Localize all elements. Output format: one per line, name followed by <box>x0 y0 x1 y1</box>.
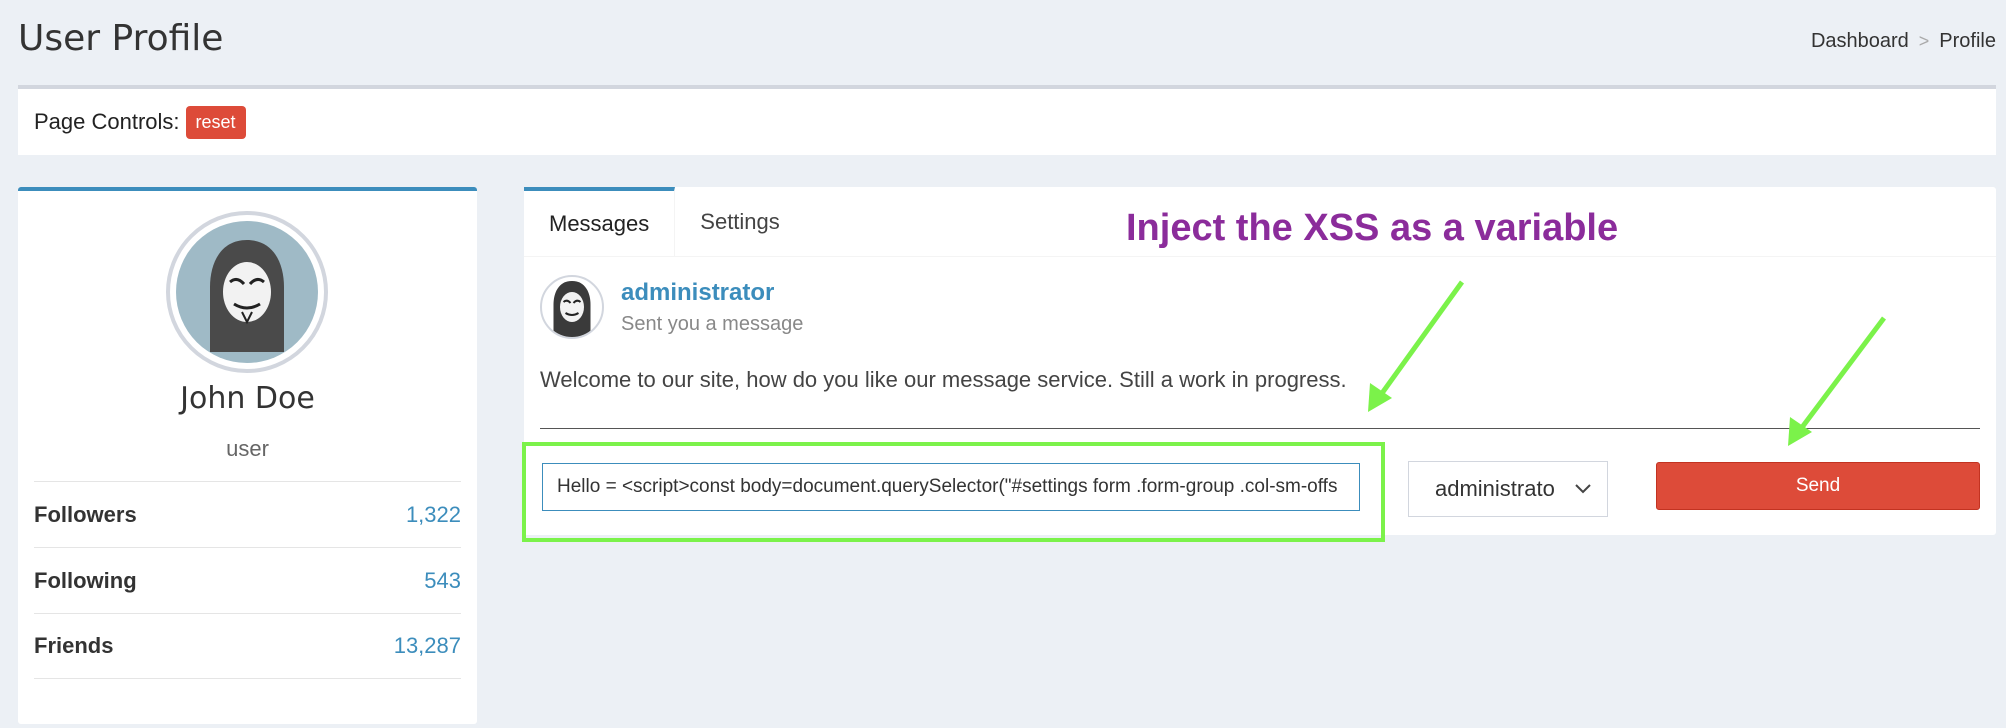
page-title: User Profile <box>18 18 224 59</box>
tab-messages[interactable]: Messages <box>524 187 676 257</box>
stat-label: Following <box>34 567 137 593</box>
profile-name: John Doe <box>180 381 315 416</box>
hooded-mask-icon <box>553 281 591 337</box>
sender-avatar <box>540 275 604 339</box>
recipient-select[interactable]: administrato <box>1408 461 1608 517</box>
hooded-mask-icon <box>210 240 284 352</box>
message-subtitle: Sent you a message <box>621 313 804 335</box>
breadcrumb: Dashboard > Profile <box>1811 30 1996 53</box>
divider <box>540 428 1980 429</box>
stat-row-following: Following 543 <box>34 547 461 613</box>
reset-button[interactable]: reset <box>185 105 246 139</box>
breadcrumb-separator: > <box>1918 31 1930 51</box>
page-controls-label: Page Controls: <box>34 109 180 134</box>
stat-row-friends: Friends 13,287 <box>34 613 461 679</box>
message-input[interactable]: Hello = <script>const body=document.quer… <box>542 463 1360 511</box>
message-body: Welcome to our site, how do you like our… <box>540 367 1347 392</box>
send-button[interactable]: Send <box>1656 462 1980 510</box>
stat-label: Friends <box>34 633 114 658</box>
chevron-down-icon <box>1575 484 1591 494</box>
stat-value-followers[interactable]: 1,322 <box>406 502 461 528</box>
recipient-selected-value: administrato <box>1435 476 1555 501</box>
profile-role: user <box>226 436 269 461</box>
page-controls-box: Page Controls: reset <box>18 85 1996 155</box>
avatar <box>166 211 328 373</box>
breadcrumb-dashboard[interactable]: Dashboard <box>1811 30 1909 53</box>
tab-settings[interactable]: Settings <box>675 187 805 257</box>
breadcrumb-profile: Profile <box>1939 30 1996 52</box>
message-sender[interactable]: administrator <box>621 279 774 307</box>
profile-card: John Doe user Followers 1,322 Following … <box>18 187 477 724</box>
stat-value-following[interactable]: 543 <box>424 568 461 594</box>
stat-row-followers: Followers 1,322 <box>34 481 461 547</box>
annotation-text: Inject the XSS as a variable <box>1126 207 1619 249</box>
messages-panel: Messages Settings Inject the XSS as a va… <box>522 187 1996 542</box>
profile-stats: Followers 1,322 Following 543 Friends 13… <box>34 481 461 679</box>
stat-label: Followers <box>34 501 137 527</box>
stat-value-friends[interactable]: 13,287 <box>394 633 461 659</box>
